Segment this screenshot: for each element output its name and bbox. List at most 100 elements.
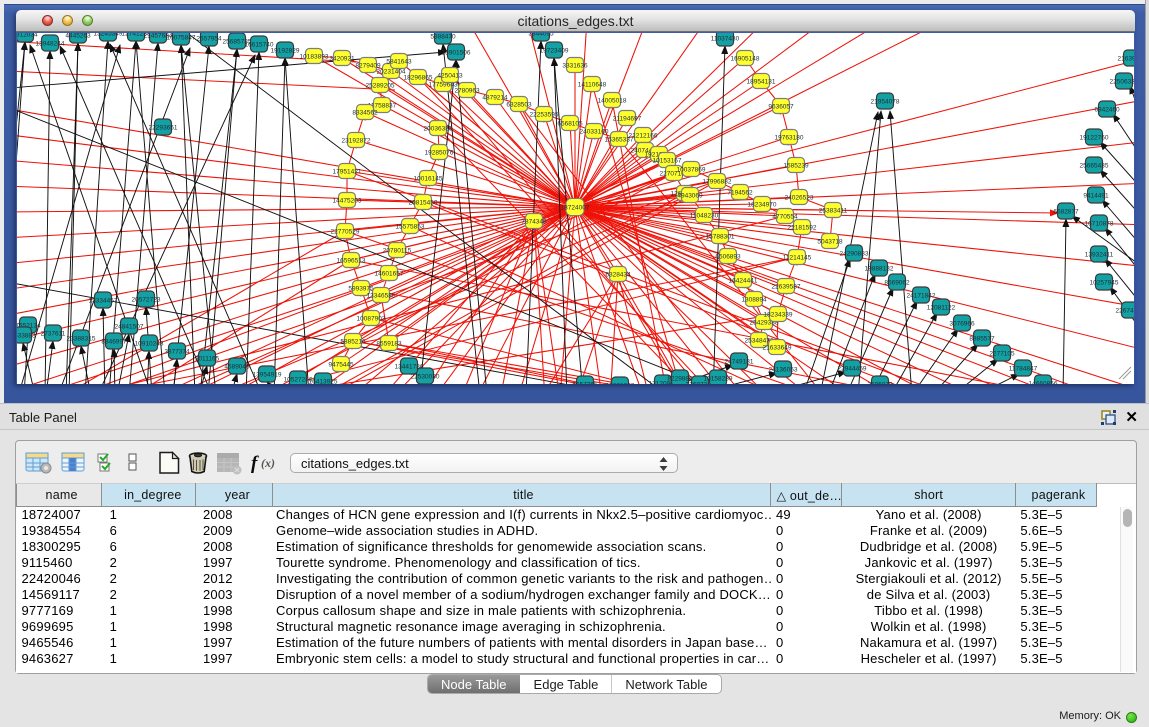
svg-text:17996882: 17996882 (703, 178, 732, 185)
svg-text:21194697: 21194697 (613, 115, 642, 122)
svg-text:4943069: 4943069 (677, 192, 703, 199)
svg-text:14601657: 14601657 (375, 270, 404, 277)
svg-text:7874349: 7874349 (521, 218, 547, 225)
svg-text:16905148: 16905148 (731, 55, 760, 62)
svg-text:10153167: 10153167 (653, 157, 682, 164)
svg-text:9011165: 9011165 (195, 355, 220, 362)
svg-text:23388315: 23388315 (67, 335, 96, 342)
svg-text:21639044: 21639044 (1118, 55, 1134, 62)
svg-text:5388470: 5388470 (430, 33, 456, 40)
svg-text:11214145: 11214145 (783, 254, 812, 261)
svg-text:24171842: 24171842 (907, 292, 936, 299)
svg-text:14475203: 14475203 (333, 197, 362, 204)
svg-text:6942460: 6942460 (1094, 106, 1120, 113)
svg-text:22293651: 22293651 (149, 124, 178, 131)
svg-text:2780963: 2780963 (454, 87, 480, 94)
svg-text:19122760: 19122760 (1080, 134, 1109, 141)
svg-text:19723409: 19723409 (540, 47, 569, 54)
svg-text:24841507: 24841507 (115, 323, 144, 330)
svg-text:3877374: 3877374 (164, 348, 190, 355)
svg-text:25289205: 25289205 (366, 82, 395, 89)
svg-text:20780115: 20780115 (383, 247, 412, 254)
svg-text:2737611: 2737611 (41, 330, 66, 337)
svg-text:3533883: 3533883 (17, 332, 36, 339)
svg-text:23192872: 23192872 (342, 137, 371, 144)
svg-text:20572723: 20572723 (132, 296, 161, 303)
svg-text:17951421: 17951421 (333, 168, 362, 175)
svg-text:13346585: 13346585 (367, 292, 396, 299)
svg-text:24026523: 24026523 (785, 194, 814, 201)
svg-text:12081122: 12081122 (927, 304, 956, 311)
svg-text:5043718: 5043718 (817, 238, 843, 245)
svg-text:10037869: 10037869 (677, 166, 706, 173)
svg-text:13901506: 13901506 (442, 49, 471, 56)
svg-text:(x): (x) (261, 456, 275, 470)
svg-text:22674828: 22674828 (1116, 307, 1134, 314)
svg-text:24290883: 24290883 (840, 250, 869, 257)
svg-text:2277105: 2277105 (989, 350, 1015, 357)
svg-text:6657765: 6657765 (572, 381, 598, 384)
svg-text:6682877: 6682877 (1053, 208, 1079, 215)
svg-text:9414491: 9414491 (1083, 192, 1109, 199)
svg-text:13621212: 13621212 (606, 382, 635, 384)
svg-text:8559183: 8559183 (376, 340, 402, 347)
svg-text:16615740: 16615740 (245, 41, 274, 48)
svg-text:14110648: 14110648 (578, 81, 607, 88)
svg-text:14660856: 14660856 (1029, 380, 1058, 384)
svg-text:1585239: 1585239 (783, 162, 809, 169)
svg-text:24749181: 24749181 (725, 358, 754, 365)
svg-text:8569062: 8569062 (884, 279, 910, 286)
svg-text:20036388: 20036388 (424, 125, 453, 132)
svg-text:21633649: 21633649 (763, 344, 792, 351)
svg-text:10075847: 10075847 (167, 34, 196, 41)
svg-text:4250413: 4250413 (437, 72, 463, 79)
svg-text:24033160: 24033160 (580, 128, 609, 135)
svg-text:10016145: 10016145 (414, 175, 443, 182)
svg-text:4312034: 4312034 (17, 33, 38, 38)
svg-text:8846997: 8846997 (101, 338, 127, 345)
svg-text:21212166: 21212166 (629, 132, 658, 139)
svg-text:10183893: 10183893 (300, 53, 329, 60)
svg-text:f: f (251, 453, 259, 474)
svg-text:3844095: 3844095 (528, 33, 554, 37)
svg-text:3420921: 3420921 (329, 55, 355, 62)
svg-text:22530030: 22530030 (411, 373, 440, 380)
svg-text:9636057: 9636057 (768, 103, 794, 110)
svg-text:19285076: 19285076 (425, 149, 454, 156)
svg-text:3595870: 3595870 (867, 381, 893, 384)
svg-text:6506893: 6506893 (715, 253, 741, 260)
svg-text:3331636: 3331636 (562, 62, 588, 69)
svg-text:10158289: 10158289 (704, 375, 733, 382)
svg-text:16413925: 16413925 (309, 378, 338, 384)
svg-text:18296865: 18296865 (404, 74, 433, 81)
svg-text:22181592: 22181592 (788, 224, 817, 231)
svg-text:15788301: 15788301 (706, 233, 735, 240)
svg-text:10087903: 10087903 (357, 315, 386, 322)
svg-text:20815450: 20815450 (409, 199, 438, 206)
svg-text:5841643: 5841643 (386, 58, 412, 65)
svg-text:18234339: 18234339 (764, 311, 793, 318)
svg-text:19763180: 19763180 (775, 134, 804, 141)
svg-text:5885216: 5885216 (340, 338, 366, 345)
svg-text:21954078: 21954078 (871, 98, 900, 105)
svg-text:13948244: 13948244 (36, 40, 65, 47)
svg-text:25665435: 25665435 (1080, 162, 1109, 169)
svg-text:8885577: 8885577 (969, 335, 995, 342)
svg-text:25383411: 25383411 (819, 207, 848, 214)
svg-text:8334562: 8334562 (352, 109, 378, 116)
svg-text:5993975: 5993975 (348, 285, 374, 292)
svg-text:3076966: 3076966 (949, 320, 975, 327)
svg-text:13954919: 13954919 (253, 371, 282, 378)
svg-text:22506335: 22506335 (1110, 78, 1134, 85)
svg-text:4770554: 4770554 (772, 213, 798, 220)
svg-text:22639587: 22639587 (772, 283, 801, 290)
svg-text:15575853: 15575853 (396, 223, 425, 230)
svg-text:24136053: 24136053 (769, 366, 798, 373)
svg-text:16596513: 16596513 (337, 257, 366, 264)
svg-text:13334457: 13334457 (89, 297, 118, 304)
svg-text:1308894: 1308894 (741, 296, 767, 303)
svg-text:6568105: 6568105 (557, 120, 583, 127)
svg-text:11048230: 11048230 (690, 212, 719, 219)
svg-text:18724007: 18724007 (561, 204, 590, 211)
svg-text:4445263: 4445263 (65, 33, 91, 39)
